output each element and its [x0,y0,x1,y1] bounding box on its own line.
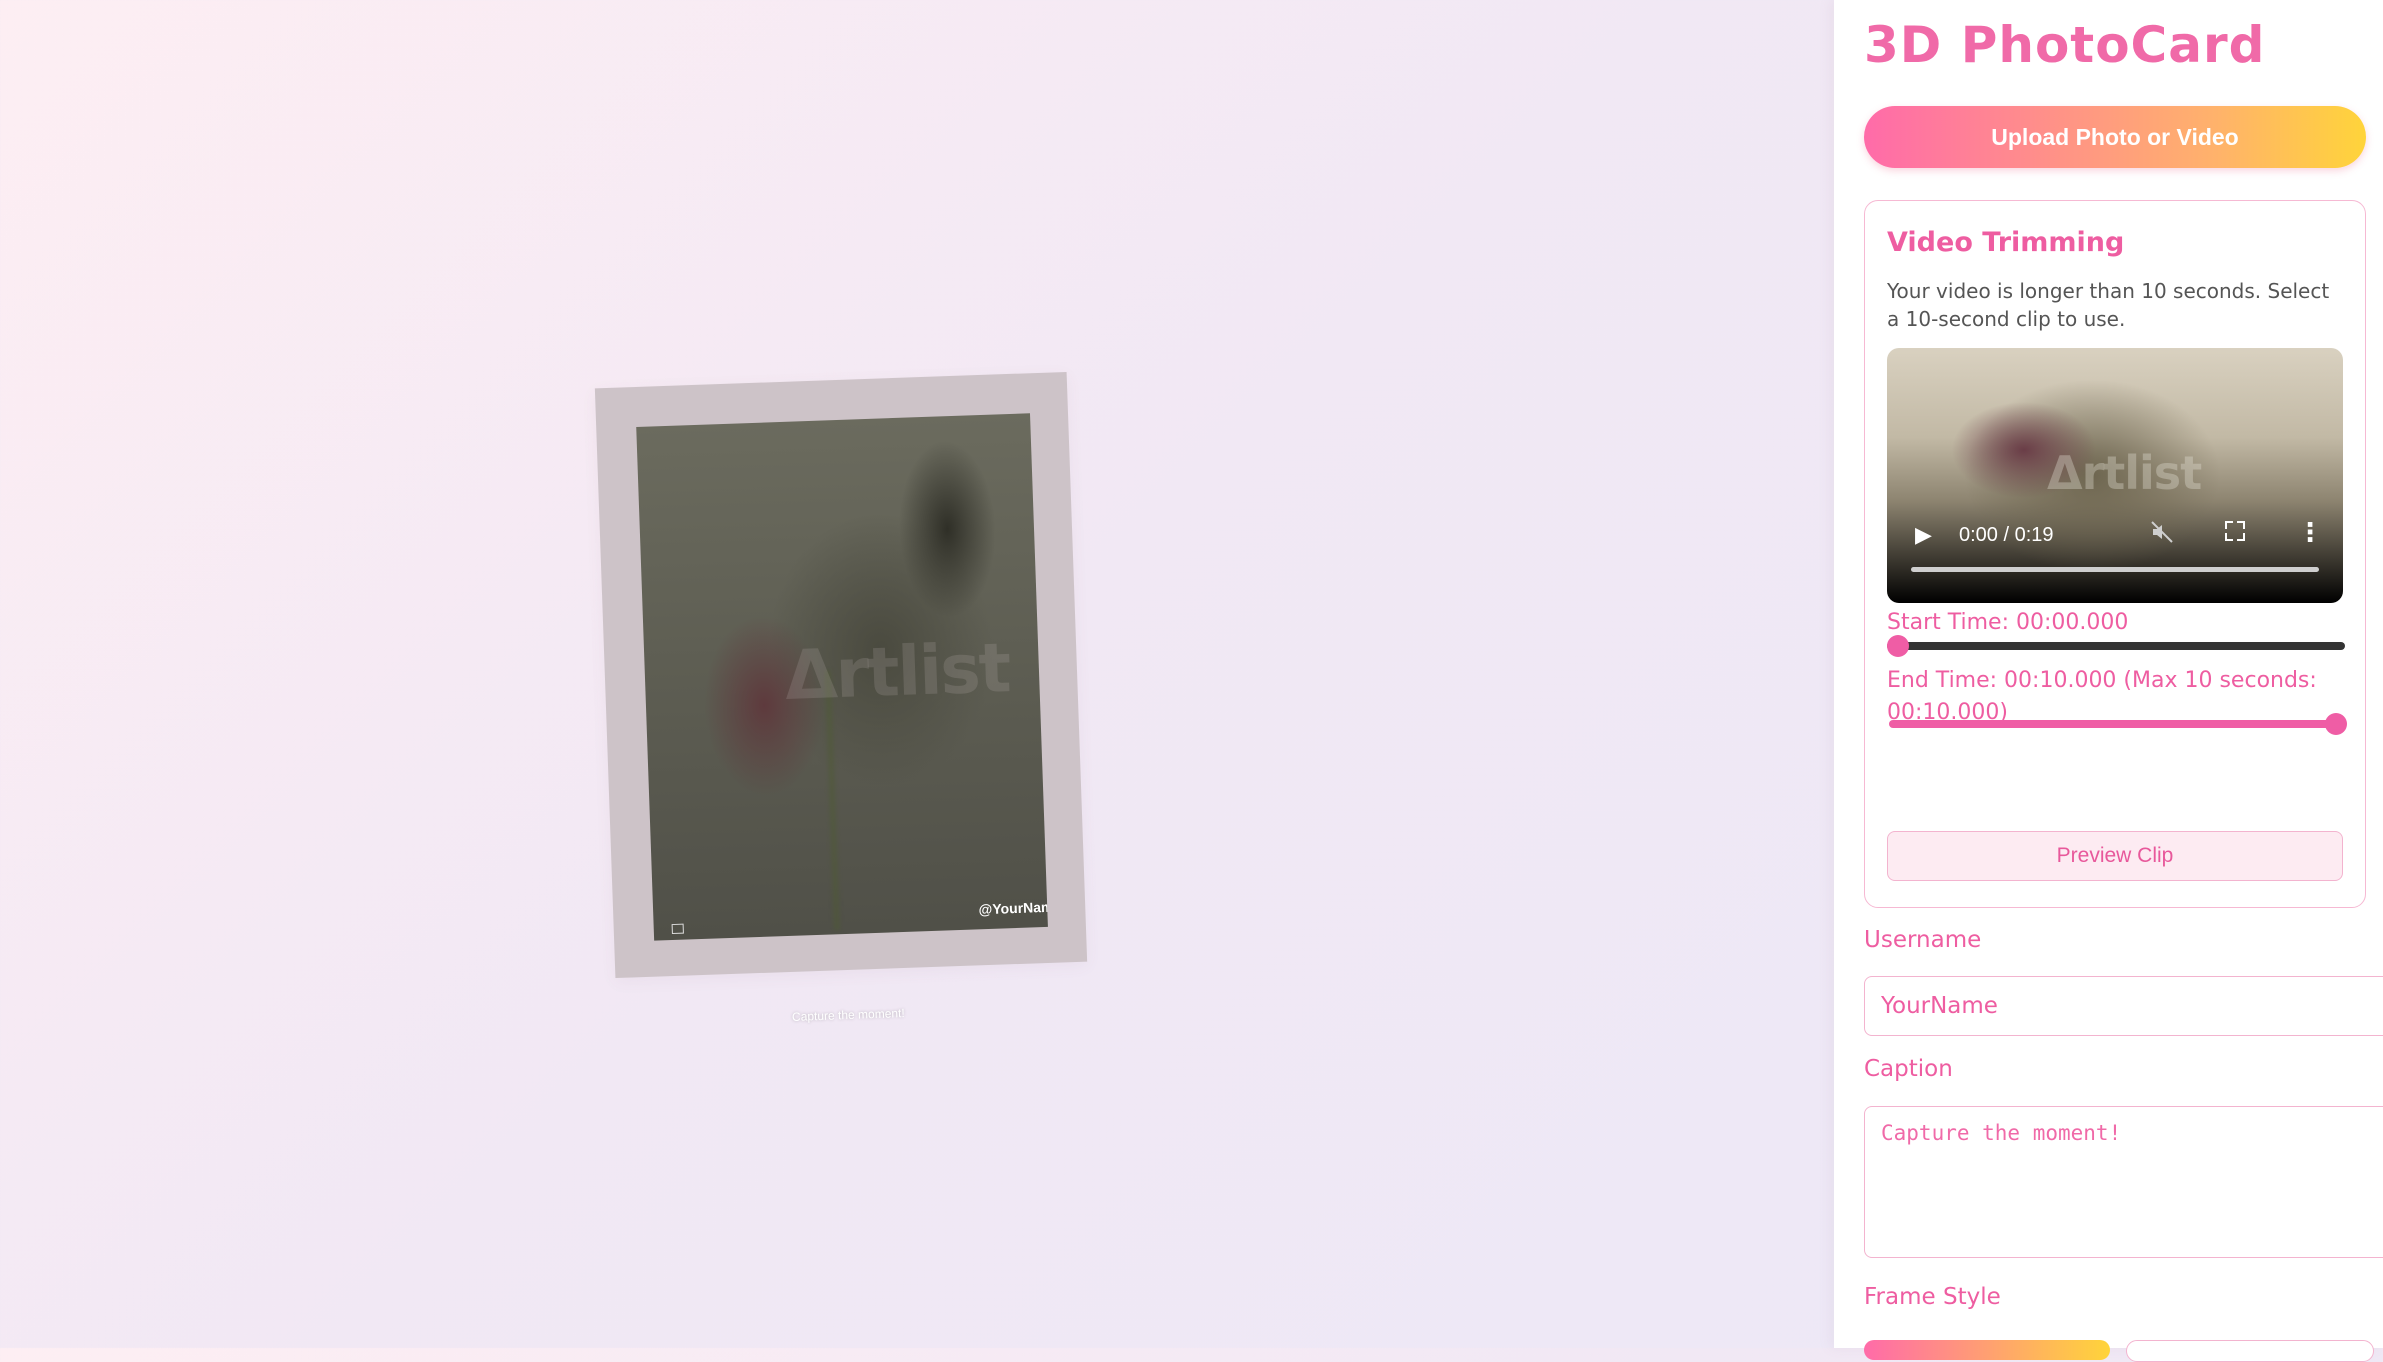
play-icon[interactable]: ▶ [1915,523,1932,548]
video-player[interactable]: Δrtlist ▶ 0:00 / 0:19 ⋮ [1887,348,2343,603]
video-time: 0:00 / 0:19 [1959,524,2054,546]
username-label: Username [1864,927,1982,953]
start-slider-track[interactable] [1887,642,2345,650]
start-slider-thumb[interactable] [1887,635,1909,657]
trimming-title: Video Trimming [1887,227,2125,258]
preview-stage: Δrtlist @YourName Capture the moment! [0,0,1834,1348]
preview-clip-button[interactable]: Preview Clip [1887,831,2343,881]
end-slider-thumb[interactable] [2325,713,2347,735]
frame-style-option-plain[interactable] [2126,1340,2374,1362]
frame-style-label: Frame Style [1864,1284,2001,1310]
fullscreen-icon[interactable] [2225,521,2245,541]
more-vertical-icon[interactable]: ⋮ [2297,518,2323,548]
video-watermark: Δrtlist [2047,446,2202,500]
video-progress-bar[interactable] [1911,567,2319,572]
video-trimming-section: Video Trimming Your video is longer than… [1864,200,2366,908]
camera-icon [671,923,684,935]
card-photo: Δrtlist @YourName [636,413,1048,941]
frame-style-option-gradient[interactable] [1864,1340,2110,1360]
card-watermark: Δrtlist [783,629,1011,716]
username-input[interactable]: YourName [1864,976,2383,1036]
card-caption: Capture the moment! [791,1006,905,1024]
muted-speaker-icon[interactable] [2150,520,2174,550]
upload-button[interactable]: Upload Photo or Video [1864,106,2366,168]
start-time-label: Start Time: 00:00.000 [1887,610,2129,635]
trimming-description: Your video is longer than 10 seconds. Se… [1887,279,2330,331]
app-title: 3D PhotoCard [1864,16,2266,74]
card-username: @YourName [978,898,1048,918]
photo-card[interactable]: Δrtlist @YourName [594,371,1088,979]
end-slider-track[interactable] [1889,720,2335,728]
control-panel: 3D PhotoCard Upload Photo or Video Video… [1834,0,2383,1362]
caption-textarea[interactable]: Capture the moment! [1864,1106,2383,1258]
caption-label: Caption [1864,1056,1953,1082]
